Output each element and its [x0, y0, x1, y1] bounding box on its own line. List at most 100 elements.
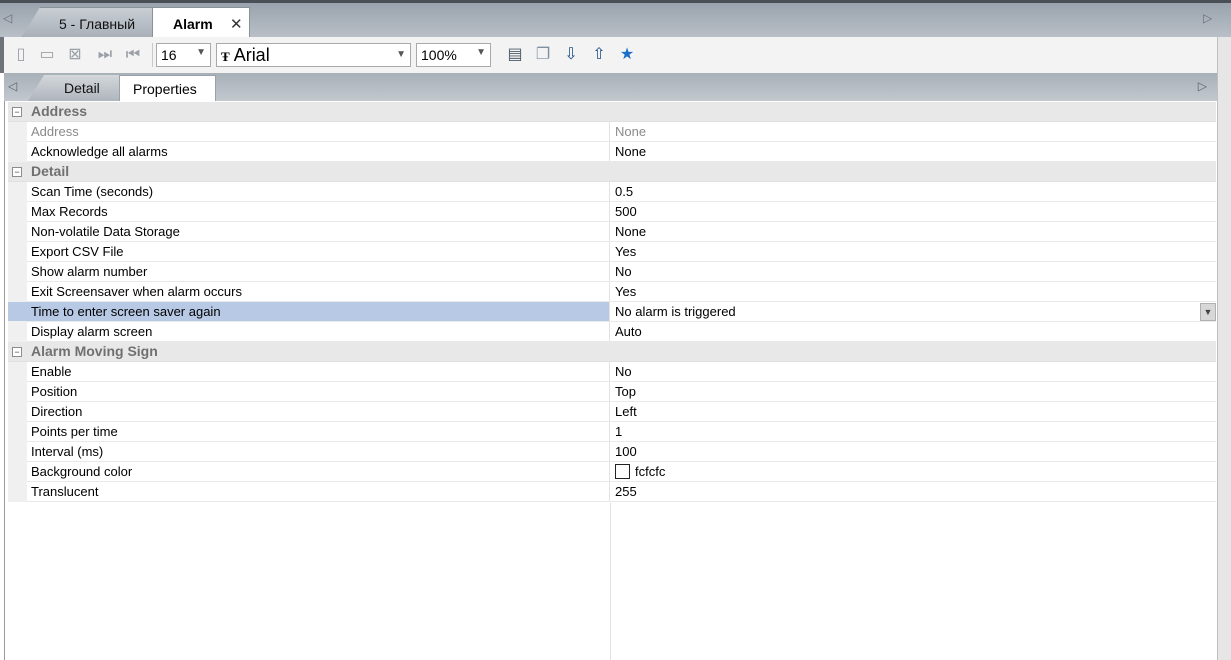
- property-value[interactable]: None: [611, 222, 1216, 241]
- zoom-select[interactable]: 100% ▼: [416, 43, 491, 67]
- property-value[interactable]: Auto: [611, 322, 1216, 341]
- color-swatch[interactable]: [615, 464, 630, 480]
- property-row[interactable]: Interval (ms) 100: [8, 442, 1216, 462]
- font-type-icon: Ŧ: [221, 49, 230, 64]
- prev-icon[interactable]: ⏮: [122, 45, 144, 65]
- property-name: Direction: [8, 402, 610, 421]
- scroll-left-icon[interactable]: ◁: [3, 11, 17, 29]
- column-divider: [610, 503, 611, 660]
- delete-icon[interactable]: ⊠: [66, 45, 84, 65]
- property-value[interactable]: Top: [611, 382, 1216, 401]
- close-icon[interactable]: ✕: [230, 15, 243, 33]
- property-row[interactable]: Acknowledge all alarms None: [8, 142, 1216, 162]
- property-name: Time to enter screen saver again: [8, 302, 610, 321]
- chevron-down-icon: ▼: [476, 47, 486, 58]
- category-label: Detail: [31, 163, 70, 179]
- property-name: Acknowledge all alarms: [8, 142, 610, 161]
- property-row[interactable]: Translucent 255: [8, 482, 1216, 502]
- property-value[interactable]: None: [611, 142, 1216, 161]
- property-grid: − Address Address None Acknowledge all a…: [8, 102, 1216, 502]
- property-row[interactable]: Points per time 1: [8, 422, 1216, 442]
- property-row[interactable]: Exit Screensaver when alarm occurs Yes: [8, 282, 1216, 302]
- property-value[interactable]: Yes: [611, 282, 1216, 301]
- scroll-left-icon[interactable]: ◁: [8, 79, 17, 93]
- tab-properties-label: Properties: [133, 81, 197, 97]
- property-name: Background color: [8, 462, 610, 481]
- chevron-down-icon: ▼: [196, 47, 206, 58]
- tab-main[interactable]: 5 - Главный: [22, 7, 154, 37]
- property-row[interactable]: Scan Time (seconds) 0.5: [8, 182, 1216, 202]
- font-name-value: Arial: [233, 45, 270, 65]
- dropdown-value: No alarm is triggered: [615, 304, 736, 319]
- document-tab-strip: ◁ 5 - Главный Alarm ✕ ▷: [0, 0, 1231, 38]
- property-name: Export CSV File: [8, 242, 610, 261]
- tab-alarm-label: Alarm: [173, 16, 213, 32]
- category-moving-sign[interactable]: − Alarm Moving Sign: [8, 342, 1216, 362]
- property-name: Address: [8, 122, 610, 141]
- tab-alarm[interactable]: Alarm ✕: [152, 7, 250, 38]
- property-value[interactable]: 100: [611, 442, 1216, 461]
- next-icon[interactable]: ⏭: [94, 45, 116, 65]
- tab-properties[interactable]: Properties: [119, 75, 216, 102]
- category-label: Alarm Moving Sign: [31, 343, 158, 359]
- property-value[interactable]: 255: [611, 482, 1216, 501]
- category-detail[interactable]: − Detail: [8, 162, 1216, 182]
- property-name: Enable: [8, 362, 610, 381]
- property-value[interactable]: None: [611, 122, 1216, 141]
- property-row[interactable]: Export CSV File Yes: [8, 242, 1216, 262]
- scrollbar[interactable]: [1217, 37, 1231, 660]
- tab-detail[interactable]: Detail: [28, 75, 124, 101]
- property-value[interactable]: 0.5: [611, 182, 1216, 201]
- font-size-select[interactable]: 16 ▼: [156, 43, 211, 67]
- property-row-selected[interactable]: Time to enter screen saver again No alar…: [8, 302, 1216, 322]
- property-name: Max Records: [8, 202, 610, 221]
- property-name: Position: [8, 382, 610, 401]
- property-value[interactable]: 500: [611, 202, 1216, 221]
- collapse-icon[interactable]: −: [12, 107, 22, 117]
- zoom-value: 100%: [421, 47, 457, 63]
- new-page-icon[interactable]: ▯: [12, 45, 30, 65]
- property-row[interactable]: Enable No: [8, 362, 1216, 382]
- property-value[interactable]: No: [611, 362, 1216, 381]
- tab-detail-label: Detail: [64, 80, 100, 96]
- property-name: Scan Time (seconds): [8, 182, 610, 201]
- collapse-icon[interactable]: −: [12, 347, 22, 357]
- category-address[interactable]: − Address: [8, 102, 1216, 122]
- export-up-icon[interactable]: ⇧: [590, 45, 608, 65]
- property-row[interactable]: Max Records 500: [8, 202, 1216, 222]
- property-row[interactable]: Show alarm number No: [8, 262, 1216, 282]
- property-row[interactable]: Direction Left: [8, 402, 1216, 422]
- property-row[interactable]: Non-volatile Data Storage None: [8, 222, 1216, 242]
- property-value-dropdown[interactable]: No alarm is triggered ▼: [611, 302, 1216, 321]
- property-value[interactable]: No: [611, 262, 1216, 281]
- property-row[interactable]: Display alarm screen Auto: [8, 322, 1216, 342]
- property-value[interactable]: Left: [611, 402, 1216, 421]
- property-value[interactable]: Yes: [611, 242, 1216, 261]
- export-icon[interactable]: ▤: [506, 45, 524, 65]
- property-row[interactable]: Position Top: [8, 382, 1216, 402]
- import-down-icon[interactable]: ⇩: [562, 45, 580, 65]
- star-icon[interactable]: ★: [618, 45, 636, 65]
- property-name: Display alarm screen: [8, 322, 610, 341]
- property-value[interactable]: 1: [611, 422, 1216, 441]
- layers-icon[interactable]: ❐: [534, 45, 552, 65]
- sub-tab-strip: ◁ Detail Properties ▷: [4, 73, 1217, 102]
- property-name: Translucent: [8, 482, 610, 501]
- property-name: Points per time: [8, 422, 610, 441]
- font-name-select[interactable]: Ŧ Arial ▼: [216, 43, 411, 67]
- collapse-icon[interactable]: −: [12, 167, 22, 177]
- font-size-value: 16: [161, 47, 177, 63]
- paste-icon[interactable]: ▭: [38, 45, 56, 65]
- property-name: Non-volatile Data Storage: [8, 222, 610, 241]
- scroll-right-icon[interactable]: ▷: [1198, 79, 1207, 93]
- property-value-color[interactable]: fcfcfc: [611, 462, 1216, 481]
- scroll-right-icon[interactable]: ▷: [1203, 11, 1217, 29]
- property-row[interactable]: Address None: [8, 122, 1216, 142]
- chevron-down-icon[interactable]: ▼: [1200, 303, 1216, 321]
- toolbar: ▯ ▭ ⊠ ⏭ ⏮ 16 ▼ Ŧ Arial ▼ 100% ▼ ▤ ❐ ⇩ ⇧ …: [0, 37, 1231, 73]
- toolbar-separator: [152, 43, 153, 67]
- property-name: Show alarm number: [8, 262, 610, 281]
- property-name: Interval (ms): [8, 442, 610, 461]
- tab-main-label: 5 - Главный: [59, 16, 136, 32]
- property-row[interactable]: Background color fcfcfc: [8, 462, 1216, 482]
